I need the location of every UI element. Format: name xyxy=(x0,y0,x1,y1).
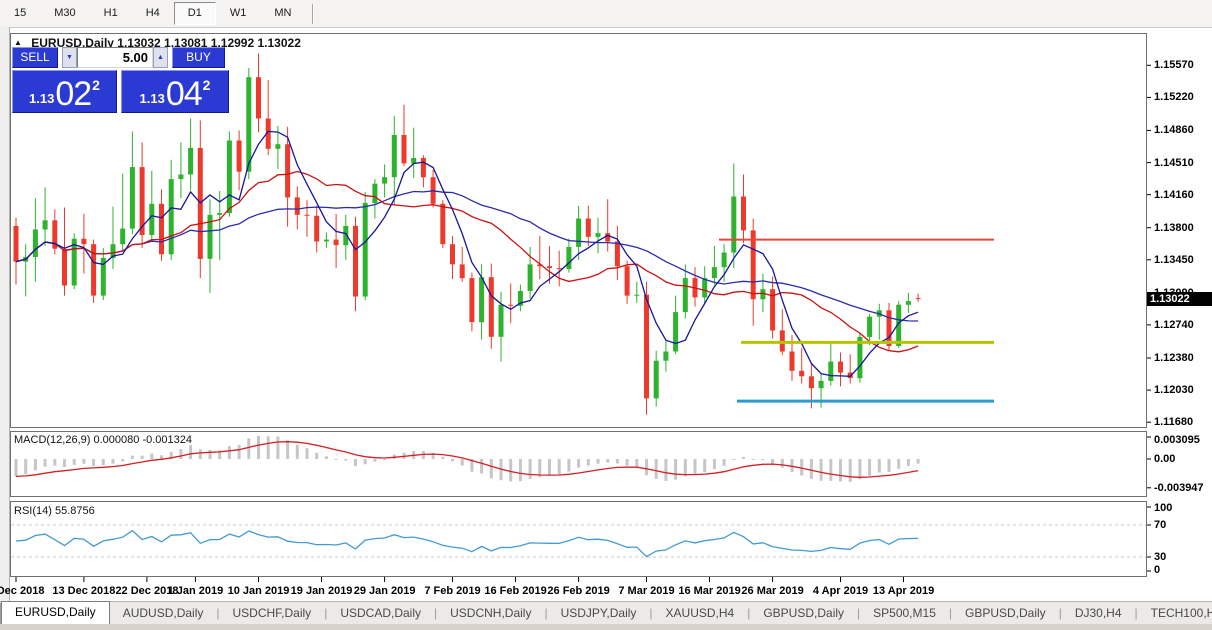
chart-tab-usdchf-daily[interactable]: USDCHF,Daily xyxy=(220,603,325,624)
timeframe-button-h4[interactable]: H4 xyxy=(132,2,174,25)
chart-tab-bar: EURUSD,Daily AUDUSD,Daily | USDCHF,Daily | US… xyxy=(0,601,1212,624)
timeframe-button-m30[interactable]: M30 xyxy=(40,2,89,25)
rsi-value: 55.8756 xyxy=(54,505,95,517)
sell-price-prefix: 1.13 xyxy=(29,91,55,106)
date-axis-label: 19 Jan 2019 xyxy=(290,585,353,597)
chart-tab-dj30-h4[interactable]: DJ30,H4 xyxy=(1062,603,1135,624)
price-axis-label: 1.14160 xyxy=(1154,188,1194,201)
toolbar-separator xyxy=(312,3,315,24)
chart-tab-gbpusd-daily[interactable]: GBPUSD,Daily xyxy=(750,603,857,624)
rsi-axis-label: 100 xyxy=(1154,502,1173,514)
macd-axis-label: 0.00 xyxy=(1154,453,1176,465)
sell-price-pip: 2 xyxy=(92,77,100,93)
chart-tab-usdjpy-daily[interactable]: USDJPY,Daily xyxy=(548,603,650,624)
price-axis-label: 1.15570 xyxy=(1154,59,1194,72)
date-axis-label: 16 Feb 2019 xyxy=(484,585,547,597)
chart-tab-usdcnh-daily[interactable]: USDCNH,Daily xyxy=(437,603,544,624)
price-axis-label: 1.13450 xyxy=(1154,253,1194,266)
ohlc-close: 1.13022 xyxy=(257,36,301,50)
macd-value-signal: -0.001324 xyxy=(142,434,192,446)
timeframe-toolbar: 15 M30 H1 H4 D1 W1 MN xyxy=(0,0,1212,28)
date-axis-label: 4 Dec 2018 xyxy=(0,585,45,597)
price-axis-label: 1.11680 xyxy=(1154,416,1194,429)
one-click-trading-panel: SELL ▼ 5.00 ▲ BUY 1.13 02 2 1.13 04 2 xyxy=(12,47,229,113)
price-axis-label: 1.15220 xyxy=(1154,91,1194,104)
timeframe-button-15[interactable]: 15 xyxy=(0,2,40,25)
rsi-indicator-panel[interactable] xyxy=(10,501,1147,577)
date-axis-label: 26 Mar 2019 xyxy=(741,585,804,597)
trading-terminal-window: 15 M30 H1 H4 D1 W1 MN ▲ EURUSD,Daily 1.13032 1… xyxy=(0,0,1212,630)
buy-price-button[interactable]: 1.13 04 2 xyxy=(121,70,229,113)
date-axis-label: 29 Jan 2019 xyxy=(353,585,416,597)
timeframe-button-mn[interactable]: MN xyxy=(260,2,305,25)
date-axis-label: 16 Mar 2019 xyxy=(678,585,741,597)
rsi-title: RSI(14) xyxy=(14,505,52,517)
price-axis-label: 1.12740 xyxy=(1154,318,1194,331)
sell-button[interactable]: SELL xyxy=(12,47,58,68)
buy-price-pip: 2 xyxy=(202,77,211,93)
date-axis-label: 7 Feb 2019 xyxy=(424,585,481,597)
status-strip xyxy=(0,623,1212,630)
volume-input[interactable]: 5.00 xyxy=(77,47,153,68)
collapse-triangle-icon[interactable]: ▲ xyxy=(14,38,22,47)
rsi-axis-label: 70 xyxy=(1154,519,1167,531)
volume-decrease-button[interactable]: ▼ xyxy=(62,47,77,68)
macd-value-main: 0.000080 xyxy=(93,434,140,446)
left-frame-gutter xyxy=(0,27,10,623)
price-axis-label: 1.13800 xyxy=(1154,221,1194,234)
timeframe-button-w1[interactable]: W1 xyxy=(216,2,261,25)
buy-price-prefix: 1.13 xyxy=(139,91,165,106)
date-axis-label: 26 Feb 2019 xyxy=(547,585,610,597)
price-axis-label: 1.14860 xyxy=(1154,124,1194,137)
macd-axis-label: 0.003095 xyxy=(1154,434,1200,446)
date-axis-label: 7 Mar 2019 xyxy=(618,585,675,597)
chart-tab-sp500-m15[interactable]: SP500,M15 xyxy=(860,603,949,624)
volume-increase-button[interactable]: ▲ xyxy=(153,47,168,68)
current-price-box: 1.13022 xyxy=(1147,292,1212,307)
date-axis-label: 4 Apr 2019 xyxy=(812,585,869,597)
date-axis-label: 10 Jan 2019 xyxy=(227,585,290,597)
chart-tab-xauusd-h4[interactable]: XAUUSD,H4 xyxy=(653,603,748,624)
spin-up-icon: ▲ xyxy=(157,54,164,61)
date-axis-label: 13 Apr 2019 xyxy=(872,585,935,597)
macd-label: MACD(12,26,9) 0.000080 -0.001324 xyxy=(14,434,192,446)
price-axis-label: 1.12380 xyxy=(1154,351,1194,364)
rsi-axis-label: 0 xyxy=(1154,564,1161,576)
macd-axis-label: -0.003947 xyxy=(1154,481,1204,494)
sell-price-digits: 02 xyxy=(55,75,92,113)
chart-tab-usdcad-daily[interactable]: USDCAD,Daily xyxy=(327,603,434,624)
chart-tab-tech100-h1[interactable]: TECH100,H1 xyxy=(1138,603,1212,624)
date-axis-label: 1 Jan 2019 xyxy=(167,585,224,597)
price-axis-label: 1.14510 xyxy=(1154,156,1194,169)
sell-price-button[interactable]: 1.13 02 2 xyxy=(12,70,117,113)
date-axis-label: 13 Dec 2018 xyxy=(52,585,116,597)
macd-title: MACD(12,26,9) xyxy=(14,434,91,446)
rsi-axis-label: 30 xyxy=(1154,551,1167,563)
chart-tab-gbpusd-daily[interactable]: GBPUSD,Daily xyxy=(952,603,1059,624)
chart-tab-audusd-daily[interactable]: AUDUSD,Daily xyxy=(110,603,217,624)
spin-down-icon: ▼ xyxy=(66,54,73,61)
price-axis-label: 1.12030 xyxy=(1154,384,1194,397)
timeframe-button-d1[interactable]: D1 xyxy=(173,2,216,25)
buy-price-digits: 04 xyxy=(165,75,203,113)
chart-tab-eurusd-daily[interactable]: EURUSD,Daily xyxy=(1,601,110,624)
timeframe-button-h1[interactable]: H1 xyxy=(90,2,132,25)
rsi-label: RSI(14) 55.8756 xyxy=(14,505,95,517)
buy-button[interactable]: BUY xyxy=(172,47,225,68)
